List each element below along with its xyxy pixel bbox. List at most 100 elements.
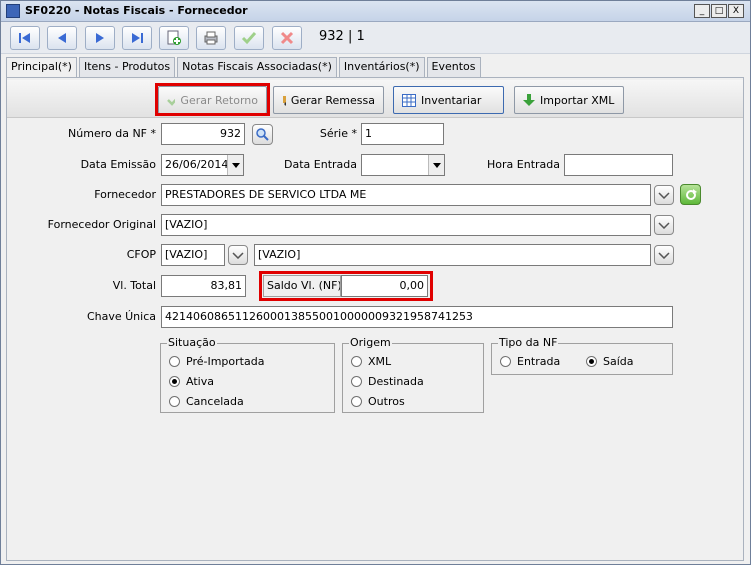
confirm-button[interactable] [234, 26, 264, 50]
situacao-radio-cancelada[interactable]: Cancelada [169, 395, 244, 408]
tab-principal[interactable]: Principal(*) [6, 57, 77, 78]
tipo-nf-option-label: Entrada [517, 355, 561, 368]
origem-radio-xml[interactable]: XML [351, 355, 391, 368]
situacao-option-label: Ativa [186, 375, 214, 388]
situacao-option-label: Cancelada [186, 395, 244, 408]
inventariar-label: Inventariar [421, 93, 482, 107]
tipo-nf-title: Tipo da NF [498, 336, 559, 349]
origem-option-label: Outros [368, 395, 405, 408]
serie-input[interactable]: 1 [361, 123, 444, 145]
main-window: SF0220 - Notas Fiscais - Fornecedor _ □ … [0, 0, 751, 565]
gerar-remessa-label: Gerar Remessa [290, 93, 375, 107]
chevron-down-icon[interactable] [428, 155, 444, 175]
data-emissao-value: 26/06/2014 [165, 158, 229, 171]
search-nf-button[interactable] [252, 124, 273, 145]
vl-total-input[interactable]: 83,81 [161, 275, 246, 297]
tab-eventos[interactable]: Eventos [426, 57, 481, 77]
cancel-button[interactable] [272, 26, 302, 50]
tab-notas-fiscais-associadas[interactable]: Notas Fiscais Associadas(*) [177, 57, 337, 77]
tab-itens-produtos[interactable]: Itens - Produtos [78, 57, 176, 77]
cfop-description-input[interactable]: [VAZIO] [254, 244, 651, 266]
radio-selected-icon [169, 376, 180, 387]
origem-radio-outros[interactable]: Outros [351, 395, 405, 408]
chave-unica-label: Chave Única [86, 310, 156, 323]
next-icon [96, 33, 104, 43]
cfop-description-dropdown[interactable] [654, 245, 674, 265]
situacao-title: Situação [167, 336, 217, 349]
refresh-fornecedor-button[interactable] [680, 184, 701, 205]
tipo-nf-radio-entrada[interactable]: Entrada [500, 355, 560, 368]
radio-icon [351, 356, 362, 367]
download-arrow-icon [523, 94, 535, 106]
inventariar-button[interactable]: Inventariar [393, 86, 504, 114]
close-button[interactable]: X [728, 4, 744, 18]
radio-icon [169, 356, 180, 367]
radio-icon [351, 376, 362, 387]
navigation-toolbar: 932 | 1 [1, 22, 750, 54]
fornecedor-input[interactable]: PRESTADORES DE SERVICO LTDA ME [161, 184, 651, 206]
data-entrada-input[interactable] [361, 154, 445, 176]
fornecedor-original-dropdown[interactable] [654, 215, 674, 235]
new-record-button[interactable] [159, 26, 189, 50]
truck-icon [283, 96, 286, 106]
tab-bar: Principal(*) Itens - Produtos Notas Fisc… [6, 57, 483, 78]
importar-xml-label: Importar XML [540, 93, 615, 107]
cfop-code-input[interactable]: [VAZIO] [161, 244, 225, 266]
tipo-nf-radio-saida[interactable]: Saída [586, 355, 634, 368]
data-emissao-label: Data Emissão [80, 158, 156, 171]
radio-selected-icon [586, 356, 597, 367]
origem-radio-destinada[interactable]: Destinada [351, 375, 424, 388]
previous-record-button[interactable] [47, 26, 77, 50]
first-record-button[interactable] [10, 26, 40, 50]
chevron-down-icon [232, 251, 244, 259]
last-icon [132, 33, 143, 43]
principal-panel: Gerar Retorno Gerar Remessa Inventariar … [6, 77, 744, 561]
origem-option-label: Destinada [368, 375, 424, 388]
maximize-button[interactable]: □ [711, 4, 727, 18]
situacao-radio-ativa[interactable]: Ativa [169, 375, 214, 388]
new-document-icon [167, 30, 181, 45]
cancel-icon [280, 31, 294, 45]
grid-icon [402, 93, 416, 107]
importar-xml-button[interactable]: Importar XML [514, 86, 624, 114]
hora-entrada-label: Hora Entrada [487, 158, 560, 171]
action-bar: Gerar Retorno Gerar Remessa Inventariar … [7, 80, 743, 118]
fornecedor-dropdown[interactable] [654, 185, 674, 205]
search-icon [256, 128, 269, 141]
print-button[interactable] [196, 26, 226, 50]
minimize-button[interactable]: _ [694, 4, 710, 18]
origem-option-label: XML [368, 355, 392, 368]
cfop-label: CFOP [126, 248, 156, 261]
serie-label: Série * [319, 127, 357, 140]
data-emissao-input[interactable]: 26/06/2014 [161, 154, 244, 176]
fornecedor-original-label: Fornecedor Original [47, 218, 156, 231]
situacao-radio-pre-importada[interactable]: Pré-Importada [169, 355, 264, 368]
situacao-option-label: Pré-Importada [186, 355, 265, 368]
tipo-nf-option-label: Saída [603, 355, 634, 368]
app-icon [6, 4, 20, 18]
last-record-button[interactable] [122, 26, 152, 50]
chevron-down-icon [658, 191, 670, 199]
gerar-remessa-button[interactable]: Gerar Remessa [273, 86, 384, 114]
cfop-code-dropdown[interactable] [228, 245, 248, 265]
chevron-down-icon [658, 221, 670, 229]
refresh-icon [685, 188, 697, 200]
previous-icon [58, 33, 66, 43]
window-title: SF0220 - Notas Fiscais - Fornecedor [25, 4, 248, 17]
chave-unica-input[interactable]: 4214060865112600013855001000000932195874… [161, 306, 673, 328]
print-icon [204, 31, 218, 45]
radio-icon [500, 356, 511, 367]
check-icon [241, 32, 257, 45]
chevron-down-icon [658, 251, 670, 259]
tab-inventarios[interactable]: Inventários(*) [338, 57, 425, 77]
numero-nf-input[interactable]: 932 [161, 123, 245, 145]
chevron-down-icon[interactable] [227, 155, 243, 175]
vl-total-label: Vl. Total [112, 279, 156, 292]
tipo-nf-group: Tipo da NF Entrada Saída [491, 336, 673, 375]
data-entrada-label: Data Entrada [284, 158, 357, 171]
next-record-button[interactable] [85, 26, 115, 50]
hora-entrada-input[interactable] [564, 154, 673, 176]
origem-title: Origem [349, 336, 392, 349]
radio-icon [351, 396, 362, 407]
fornecedor-original-input[interactable]: [VAZIO] [161, 214, 651, 236]
